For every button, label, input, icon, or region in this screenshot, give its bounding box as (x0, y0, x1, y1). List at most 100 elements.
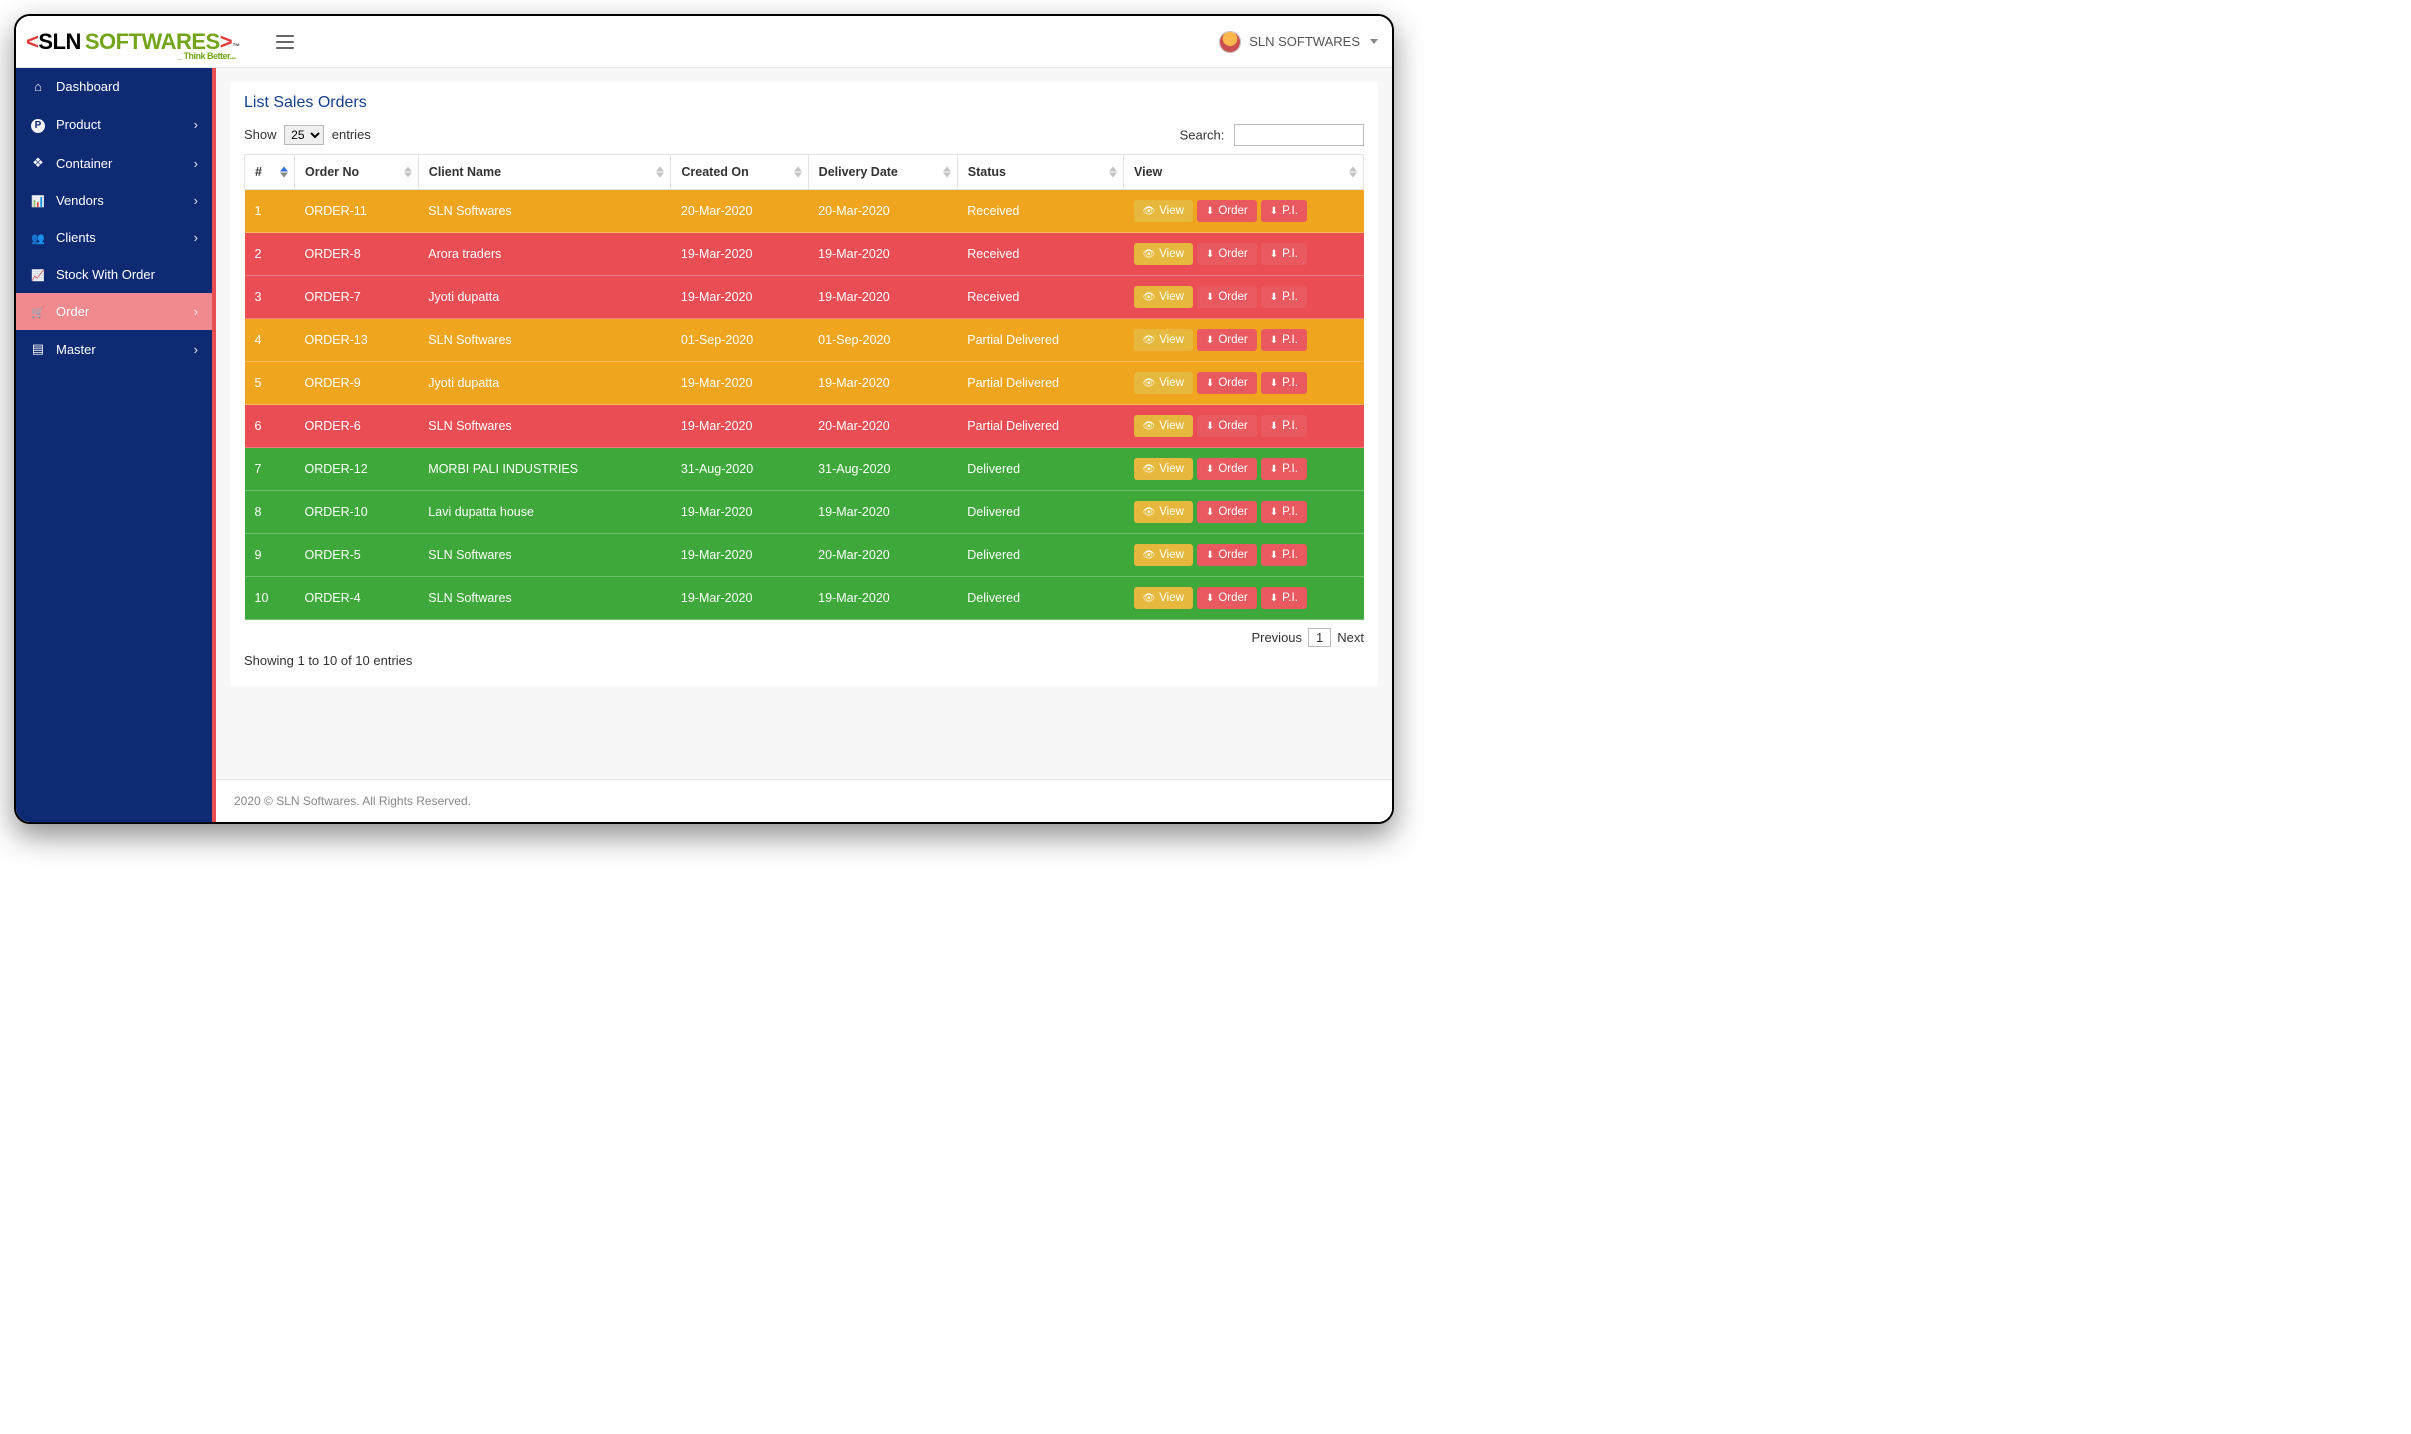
menu-toggle-icon[interactable] (276, 35, 294, 49)
cell-index: 1 (245, 190, 295, 233)
pagination-prev[interactable]: Previous (1251, 630, 1302, 645)
view-button[interactable]: View (1134, 329, 1193, 351)
view-button[interactable]: View (1134, 458, 1193, 480)
order-button[interactable]: Order (1197, 587, 1257, 609)
cell-order-no: ORDER-13 (295, 319, 419, 362)
pagination-next[interactable]: Next (1337, 630, 1364, 645)
pi-button[interactable]: P.I. (1261, 587, 1307, 609)
logo-sln: SLN (38, 29, 81, 55)
sidebar-item-order[interactable]: Order› (16, 293, 212, 330)
pi-button[interactable]: P.I. (1261, 458, 1307, 480)
sidebar-item-label: Container (56, 156, 184, 171)
btn-label: Order (1218, 506, 1247, 518)
sidebar-item-product[interactable]: Product› (16, 105, 212, 144)
sidebar: DashboardProduct›Container›Vendors›Clien… (16, 68, 216, 822)
cell-delivery: 20-Mar-2020 (808, 190, 957, 233)
sort-icon (943, 167, 951, 178)
cell-status: Received (957, 233, 1123, 276)
table-row: 9ORDER-5SLN Softwares19-Mar-202020-Mar-2… (245, 534, 1364, 577)
home-icon (30, 79, 46, 94)
view-button[interactable]: View (1134, 501, 1193, 523)
col-delivery-date[interactable]: Delivery Date (808, 155, 957, 190)
view-button[interactable]: View (1134, 544, 1193, 566)
table-controls: Show 25 entries Search: (244, 124, 1364, 146)
btn-label: P.I. (1282, 592, 1298, 604)
order-button[interactable]: Order (1197, 200, 1257, 222)
main-area: List Sales Orders Show 25 entries Search… (216, 68, 1392, 822)
cell-created: 19-Mar-2020 (671, 577, 808, 620)
sidebar-item-vendors[interactable]: Vendors› (16, 182, 212, 219)
order-button[interactable]: Order (1197, 329, 1257, 351)
pi-button[interactable]: P.I. (1261, 372, 1307, 394)
cell-client: Jyoti dupatta (418, 362, 671, 405)
sidebar-item-clients[interactable]: Clients› (16, 219, 212, 256)
pi-button[interactable]: P.I. (1261, 415, 1307, 437)
view-button[interactable]: View (1134, 372, 1193, 394)
bar-icon (30, 193, 46, 208)
order-button[interactable]: Order (1197, 415, 1257, 437)
order-button[interactable]: Order (1197, 372, 1257, 394)
order-button[interactable]: Order (1197, 544, 1257, 566)
pi-button[interactable]: P.I. (1261, 501, 1307, 523)
pi-button[interactable]: P.I. (1261, 329, 1307, 351)
sort-icon (794, 167, 802, 178)
btn-label: View (1159, 506, 1184, 518)
sidebar-item-label: Order (56, 304, 184, 319)
btn-label: Order (1218, 420, 1247, 432)
view-button[interactable]: View (1134, 243, 1193, 265)
caret-down-icon (1370, 39, 1378, 44)
chevron-right-icon: › (194, 342, 198, 357)
view-button[interactable]: View (1134, 415, 1193, 437)
cell-order-no: ORDER-12 (295, 448, 419, 491)
page-title: List Sales Orders (244, 94, 1364, 112)
sidebar-item-master[interactable]: Master› (16, 330, 212, 368)
col-label: Client Name (429, 165, 501, 179)
pi-button[interactable]: P.I. (1261, 243, 1307, 265)
order-button[interactable]: Order (1197, 458, 1257, 480)
search-input[interactable] (1234, 124, 1364, 146)
sidebar-item-stock-with-order[interactable]: Stock With Order (16, 256, 212, 293)
order-button[interactable]: Order (1197, 286, 1257, 308)
sidebar-item-container[interactable]: Container› (16, 144, 212, 182)
cell-index: 3 (245, 276, 295, 319)
view-button[interactable]: View (1134, 200, 1193, 222)
col-client-name[interactable]: Client Name (418, 155, 671, 190)
btn-label: Order (1218, 248, 1247, 260)
view-button[interactable]: View (1134, 587, 1193, 609)
col-created-on[interactable]: Created On (671, 155, 808, 190)
cell-client: Lavi dupatta house (418, 491, 671, 534)
col-label: # (255, 165, 262, 179)
user-menu[interactable]: SLN SOFTWARES (1219, 31, 1378, 53)
pi-button[interactable]: P.I. (1261, 200, 1307, 222)
btn-label: View (1159, 377, 1184, 389)
pi-button[interactable]: P.I. (1261, 544, 1307, 566)
table-row: 2ORDER-8Arora traders19-Mar-202019-Mar-2… (245, 233, 1364, 276)
btn-label: View (1159, 205, 1184, 217)
entries-select[interactable]: 25 (284, 125, 324, 145)
sidebar-item-dashboard[interactable]: Dashboard (16, 68, 212, 105)
order-button[interactable]: Order (1197, 501, 1257, 523)
sidebar-item-label: Product (56, 117, 184, 132)
btn-label: P.I. (1282, 463, 1298, 475)
btn-label: Order (1218, 291, 1247, 303)
col-status[interactable]: Status (957, 155, 1123, 190)
col-view[interactable]: View (1124, 155, 1364, 190)
view-button[interactable]: View (1134, 286, 1193, 308)
cell-index: 4 (245, 319, 295, 362)
pagination-page-1[interactable]: 1 (1308, 628, 1331, 647)
sort-icon (1349, 167, 1357, 178)
chevron-right-icon: › (194, 230, 198, 245)
sidebar-item-label: Dashboard (56, 79, 198, 94)
order-button[interactable]: Order (1197, 243, 1257, 265)
cell-actions: View OrderP.I. (1124, 362, 1364, 405)
cell-order-no: ORDER-5 (295, 534, 419, 577)
sort-icon (404, 167, 412, 178)
col-label: Status (968, 165, 1006, 179)
download-icon (1270, 377, 1278, 389)
cell-order-no: ORDER-6 (295, 405, 419, 448)
col--[interactable]: # (245, 155, 295, 190)
pi-button[interactable]: P.I. (1261, 286, 1307, 308)
col-order-no[interactable]: Order No (295, 155, 419, 190)
eye-icon (1143, 377, 1156, 389)
app-frame: < SLN SOFTWARES > ™ _ Think Better... SL… (14, 14, 1394, 824)
